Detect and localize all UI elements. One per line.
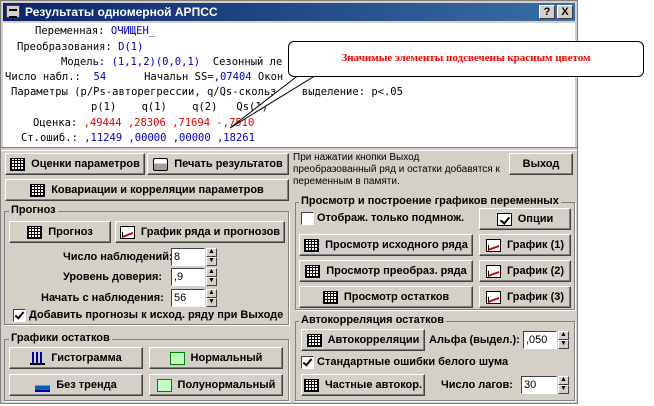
callout-text: Значимые элементы подсвечены красным цве… xyxy=(341,52,591,64)
callout-box: Значимые элементы подсвечены красным цве… xyxy=(288,41,644,77)
